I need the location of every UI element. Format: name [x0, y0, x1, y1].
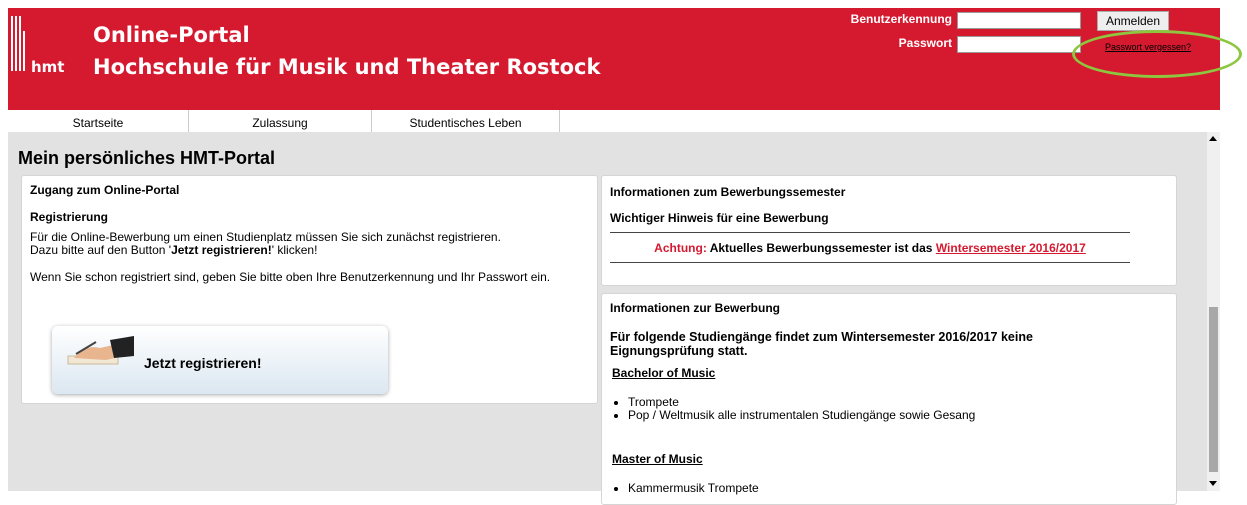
- semester-panel-heading: Informationen zum Bewerbungssemester: [610, 185, 846, 199]
- register-hint-bold: Jetzt registrieren!: [171, 243, 272, 257]
- site-subtitle: Hochschule für Musik und Theater Rostock: [93, 55, 601, 79]
- access-panel-heading: Zugang zum Online-Portal: [30, 183, 180, 197]
- bachelor-heading: Bachelor of Music: [612, 366, 716, 380]
- registration-instruction: Dazu bitte auf den Button 'Jetzt registr…: [30, 243, 318, 257]
- list-item: Kammermusik Trompete: [628, 482, 759, 495]
- application-panel: Informationen zur Bewerbung Für folgende…: [601, 293, 1177, 505]
- tab-startseite[interactable]: Startseite: [8, 110, 189, 132]
- site-title: Online-Portal: [93, 23, 250, 47]
- divider: [610, 232, 1130, 233]
- master-heading: Master of Music: [612, 452, 703, 466]
- registration-text: Für die Online-Bewerbung um einen Studie…: [30, 230, 501, 244]
- tab-studentisches-leben[interactable]: Studentisches Leben: [372, 110, 560, 132]
- semester-notice: Achtung: Aktuelles Bewerbungssemester is…: [654, 241, 1086, 255]
- application-intro: Für folgende Studiengänge findet zum Win…: [610, 330, 1033, 358]
- login-button[interactable]: Anmelden: [1097, 11, 1169, 31]
- password-label: Passwort: [898, 36, 952, 50]
- notice-label: Achtung:: [654, 241, 707, 255]
- access-panel: Zugang zum Online-Portal Registrierung F…: [21, 175, 598, 404]
- highlight-circle: [1072, 30, 1242, 78]
- semester-panel: Informationen zum Bewerbungssemester Wic…: [601, 175, 1177, 286]
- content-area: Mein persönliches HMT-Portal Zugang zum …: [8, 132, 1207, 505]
- semester-link[interactable]: Wintersemester 2016/2017: [936, 241, 1086, 255]
- semester-notice-heading: Wichtiger Hinweis für eine Bewerbung: [610, 211, 829, 225]
- scroll-up-icon[interactable]: [1209, 136, 1217, 141]
- writing-hand-icon: [67, 336, 134, 365]
- username-input[interactable]: [957, 12, 1081, 29]
- page-title: Mein persönliches HMT-Portal: [18, 148, 276, 168]
- register-button[interactable]: Jetzt registrieren!: [52, 326, 388, 394]
- tab-zulassung[interactable]: Zulassung: [189, 110, 372, 132]
- password-input[interactable]: [957, 36, 1081, 53]
- master-list: Kammermusik Trompete: [604, 482, 759, 495]
- login-hint-text: Wenn Sie schon registriert sind, geben S…: [30, 270, 551, 284]
- scroll-thumb[interactable]: [1209, 307, 1218, 472]
- logo-text: hmt: [31, 58, 65, 76]
- bachelor-list: Trompete Pop / Weltmusik alle instrument…: [604, 396, 975, 422]
- list-item: Pop / Weltmusik alle instrumentalen Stud…: [628, 409, 975, 422]
- site-header: hmt Online-Portal Hochschule für Musik u…: [8, 8, 1220, 110]
- username-label: Benutzerkennung: [850, 12, 952, 26]
- scroll-down-icon[interactable]: [1209, 481, 1217, 486]
- divider: [610, 262, 1130, 263]
- registration-heading: Registrierung: [30, 210, 109, 224]
- vertical-scrollbar[interactable]: [1207, 132, 1220, 491]
- register-button-label: Jetzt registrieren!: [144, 355, 262, 371]
- application-panel-heading: Informationen zur Bewerbung: [610, 301, 781, 315]
